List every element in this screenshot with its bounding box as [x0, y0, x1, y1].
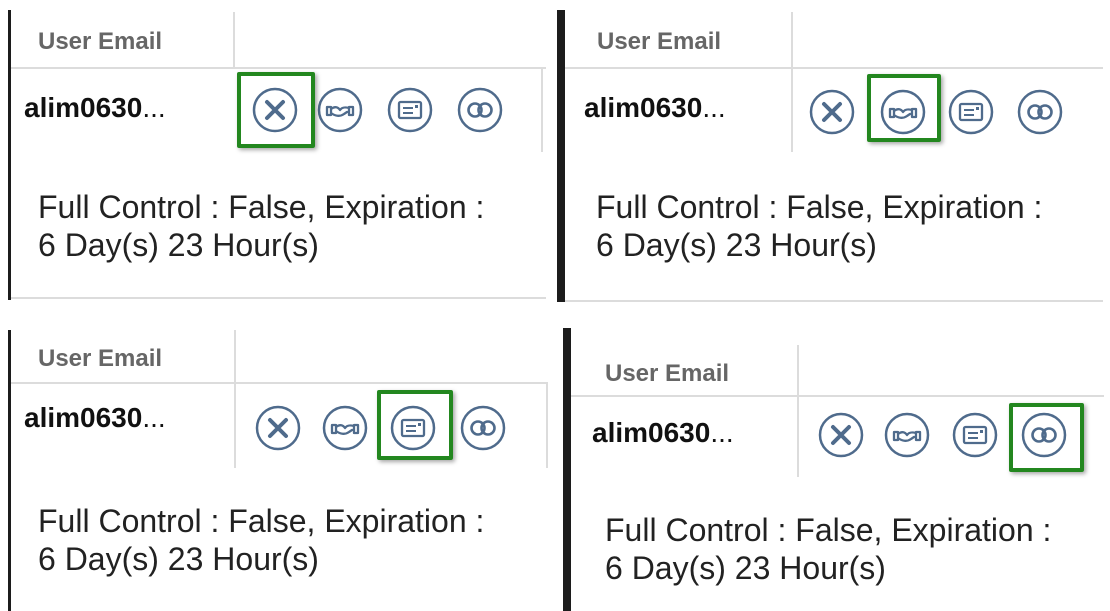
header-divider [11, 67, 546, 69]
row-column-divider [541, 67, 543, 152]
message-card-icon[interactable] [947, 88, 995, 136]
message-card-icon[interactable] [951, 411, 999, 459]
details-line-2: 6 Day(s) 23 Hour(s) [38, 541, 319, 577]
user-email-header: User Email [605, 360, 730, 387]
link-icon[interactable] [1020, 411, 1068, 459]
row-column-divider [791, 67, 793, 152]
details-line-2: 6 Day(s) 23 Hour(s) [596, 227, 877, 263]
permission-details: Full Control : False, Expiration : 6 Day… [38, 188, 546, 264]
share-panel-4: User Email alim0630... Full Control : Fa… [571, 345, 1104, 611]
revoke-icon[interactable] [251, 86, 299, 134]
user-email-value: alim0630... [592, 417, 734, 448]
row-column-divider [797, 395, 799, 477]
center-divider-top [557, 10, 565, 302]
handshake-icon[interactable] [316, 86, 364, 134]
permission-details: Full Control : False, Expiration : 6 Day… [38, 502, 548, 578]
user-email-header: User Email [38, 345, 163, 372]
message-card-icon[interactable] [386, 86, 434, 134]
header-column-divider [234, 330, 236, 382]
header-divider [565, 67, 1103, 69]
link-icon[interactable] [459, 404, 507, 452]
user-email-value: alim0630... [584, 92, 726, 123]
details-line-1: Full Control : False, Expiration : [38, 189, 485, 225]
details-line-2: 6 Day(s) 23 Hour(s) [605, 550, 886, 586]
revoke-icon[interactable] [808, 88, 856, 136]
handshake-icon[interactable] [879, 88, 927, 136]
revoke-icon[interactable] [817, 411, 865, 459]
share-panel-3: User Email alim0630... Full Control : Fa… [11, 330, 548, 611]
details-line-1: Full Control : False, Expiration : [596, 189, 1043, 225]
message-card-icon[interactable] [389, 404, 437, 452]
header-divider [11, 382, 548, 384]
share-panel-1: User Email alim0630... Full Control : Fa… [11, 12, 546, 302]
user-email-header: User Email [597, 28, 722, 55]
link-icon[interactable] [456, 86, 504, 134]
panel-bottom-border [565, 300, 1103, 302]
header-column-divider [797, 345, 799, 395]
user-email-value: alim0630... [24, 92, 166, 123]
row-column-divider [234, 382, 236, 468]
permission-details: Full Control : False, Expiration : 6 Day… [605, 511, 1104, 587]
permission-details: Full Control : False, Expiration : 6 Day… [596, 188, 1103, 264]
center-divider-bottom [563, 328, 571, 611]
row-column-divider-right [546, 382, 548, 468]
header-column-divider [791, 12, 793, 67]
user-email-header: User Email [38, 28, 163, 55]
share-panel-2: User Email alim0630... Full Control : Fa… [565, 12, 1103, 302]
user-email-value: alim0630... [24, 402, 166, 433]
panel-bottom-border [11, 297, 546, 299]
details-line-2: 6 Day(s) 23 Hour(s) [38, 227, 319, 263]
handshake-icon[interactable] [321, 404, 369, 452]
handshake-icon[interactable] [883, 411, 931, 459]
header-divider [571, 395, 1104, 397]
revoke-icon[interactable] [254, 404, 302, 452]
details-line-1: Full Control : False, Expiration : [38, 503, 485, 539]
link-icon[interactable] [1016, 88, 1064, 136]
details-line-1: Full Control : False, Expiration : [605, 512, 1052, 548]
header-column-divider [233, 12, 235, 67]
